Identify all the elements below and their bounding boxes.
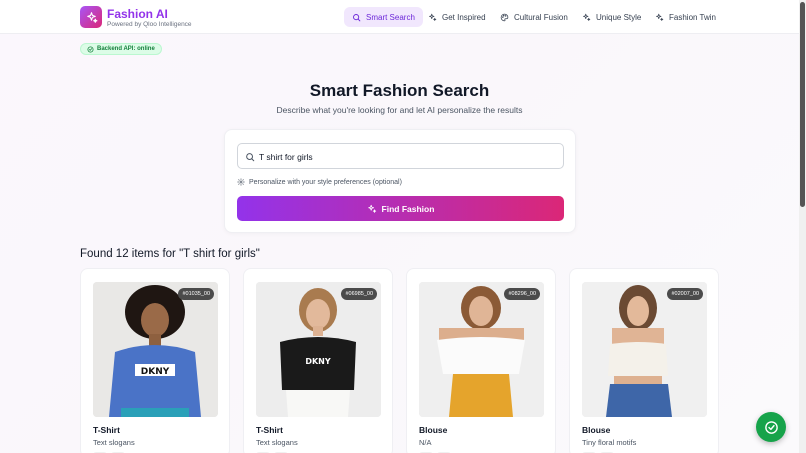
nav-label: Smart Search: [366, 12, 415, 22]
search-panel: Personalize with your style preferences …: [224, 129, 576, 233]
product-id-badge: #08296_00: [504, 288, 540, 300]
status-badge: Backend API: online: [80, 43, 162, 55]
personalize-label: Personalize with your style preferences …: [249, 178, 402, 186]
sparkles-icon: [583, 13, 591, 21]
results-summary: Found 12 items for "T shirt for girls": [80, 248, 260, 260]
find-fashion-button[interactable]: Find Fashion: [237, 196, 564, 221]
product-photo: [419, 282, 544, 417]
logo[interactable]: [80, 6, 102, 28]
palette-icon: [500, 13, 509, 21]
product-card[interactable]: DKNY #01035_00 T-Shirt Text slogans: [80, 268, 230, 453]
product-image[interactable]: DKNY #06985_00: [256, 282, 381, 417]
product-photo: DKNY: [93, 282, 218, 417]
product-image[interactable]: #02007_00: [582, 282, 707, 417]
product-description: Text slogans: [256, 438, 298, 447]
search-icon: [353, 13, 361, 21]
product-type: T-Shirt: [93, 425, 120, 435]
page-title: Smart Fashion Search: [309, 81, 490, 100]
product-card[interactable]: #08296_00 Blouse N/A: [406, 268, 556, 453]
status-label: Backend API: online: [97, 46, 155, 52]
product-type: Blouse: [419, 425, 448, 435]
product-type: T-Shirt: [256, 425, 283, 435]
sparkles-icon: [367, 204, 376, 213]
nav-label: Fashion Twin: [669, 12, 716, 22]
product-id-badge: #02007_00: [667, 288, 703, 300]
product-id-badge: #06985_00: [341, 288, 377, 300]
gear-icon: [237, 178, 245, 186]
product-card[interactable]: DKNY #06985_00 T-Shirt Text slogans: [243, 268, 393, 453]
product-type: Blouse: [582, 425, 611, 435]
find-fashion-label: Find Fashion: [381, 203, 435, 214]
status-check-button[interactable]: [756, 412, 786, 442]
check-circle-icon: [87, 45, 94, 53]
nav-label: Unique Style: [596, 12, 642, 22]
product-photo: [582, 282, 707, 417]
svg-text:DKNY: DKNY: [305, 357, 331, 366]
product-description: Tiny floral motifs: [582, 438, 637, 447]
page-subtitle: Describe what you're looking for and let…: [276, 105, 523, 115]
check-circle-icon: [764, 420, 778, 434]
product-image[interactable]: #08296_00: [419, 282, 544, 417]
app-header: Fashion AI Powered by Qloo Intelligence …: [0, 0, 799, 34]
svg-text:DKNY: DKNY: [141, 367, 170, 377]
product-photo: DKNY: [256, 282, 381, 417]
nav-unique-style[interactable]: Unique Style: [574, 7, 649, 27]
product-description: Text slogans: [93, 438, 135, 447]
brand-title: Fashion AI: [107, 7, 168, 21]
search-field[interactable]: [237, 143, 564, 169]
nav-get-inspired[interactable]: Get Inspired: [420, 7, 494, 27]
scrollbar-thumb[interactable]: [800, 2, 805, 207]
page-scrollbar[interactable]: [799, 0, 806, 453]
sparkles-icon: [429, 13, 437, 21]
nav-label: Get Inspired: [442, 12, 486, 22]
sparkles-icon: [86, 11, 97, 23]
sparkles-icon: [656, 13, 664, 21]
product-card[interactable]: #02007_00 Blouse Tiny floral motifs: [569, 268, 719, 453]
search-icon: [246, 153, 255, 162]
product-image[interactable]: DKNY #01035_00: [93, 282, 218, 417]
search-input[interactable]: [259, 148, 559, 165]
nav-cultural-fusion[interactable]: Cultural Fusion: [492, 7, 576, 27]
nav-smart-search[interactable]: Smart Search: [344, 7, 423, 27]
product-id-badge: #01035_00: [178, 288, 214, 300]
personalize-toggle[interactable]: Personalize with your style preferences …: [237, 178, 402, 186]
nav-label: Cultural Fusion: [514, 12, 568, 22]
brand-subtitle: Powered by Qloo Intelligence: [107, 21, 192, 28]
nav-fashion-twin[interactable]: Fashion Twin: [647, 7, 724, 27]
product-description: N/A: [419, 438, 432, 447]
